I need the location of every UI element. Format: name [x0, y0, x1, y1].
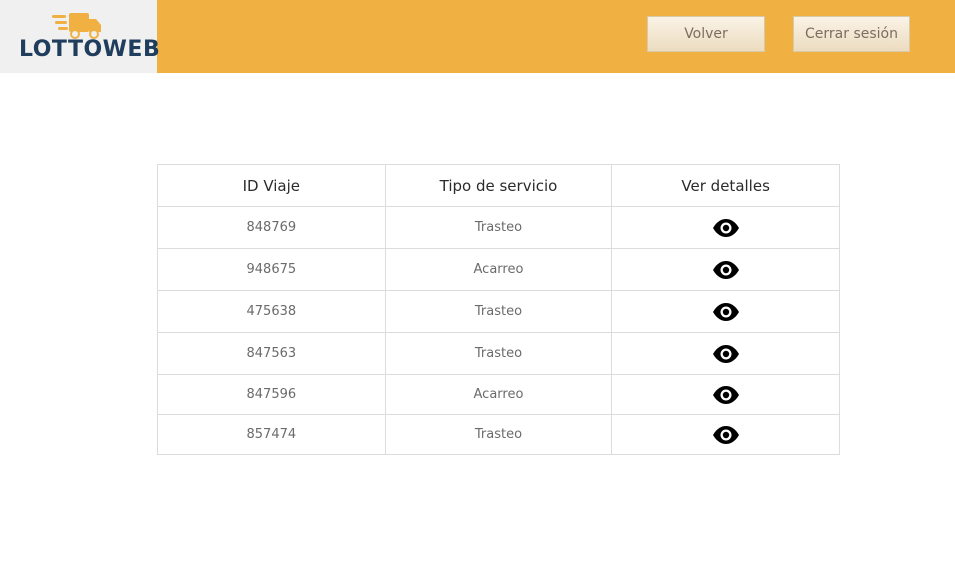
eye-icon[interactable] — [712, 218, 740, 238]
table-row: 948675 Acarreo — [157, 248, 840, 291]
trip-id-cell: 847596 — [157, 374, 386, 415]
logo-text: LOTTOWEB — [19, 37, 161, 62]
eye-icon[interactable] — [712, 425, 740, 445]
trip-id-cell: 475638 — [157, 290, 386, 333]
table-header-row: ID Viaje Tipo de servicio Ver detalles — [157, 164, 840, 207]
service-type-cell: Trasteo — [384, 414, 613, 455]
trips-table: ID Viaje Tipo de servicio Ver detalles 8… — [157, 164, 840, 455]
service-type-cell: Trasteo — [384, 332, 613, 375]
delivery-truck-icon — [52, 13, 101, 39]
column-header-details: Ver detalles — [611, 164, 840, 207]
logo[interactable]: LOTTOWEB — [0, 0, 161, 73]
view-details-cell — [611, 248, 840, 291]
table-row: 847563 Trasteo — [157, 332, 840, 375]
view-details-cell — [611, 374, 840, 415]
view-details-cell — [611, 332, 840, 375]
eye-icon[interactable] — [712, 385, 740, 405]
view-details-cell — [611, 414, 840, 455]
service-type-cell: Trasteo — [384, 206, 613, 249]
eye-icon[interactable] — [712, 344, 740, 364]
logout-button[interactable]: Cerrar sesión — [793, 16, 910, 52]
table-row: 848769 Trasteo — [157, 206, 840, 249]
service-type-cell: Acarreo — [384, 374, 613, 415]
top-bar: LOTTOWEB Volver Cerrar sesión — [0, 0, 955, 73]
table-row: 857474 Trasteo — [157, 414, 840, 455]
table-row: 847596 Acarreo — [157, 374, 840, 415]
trip-id-cell: 847563 — [157, 332, 386, 375]
trip-id-cell: 857474 — [157, 414, 386, 455]
view-details-cell — [611, 206, 840, 249]
service-type-cell: Acarreo — [384, 248, 613, 291]
table-row: 475638 Trasteo — [157, 290, 840, 333]
service-type-cell: Trasteo — [384, 290, 613, 333]
trip-id-cell: 848769 — [157, 206, 386, 249]
view-details-cell — [611, 290, 840, 333]
back-button[interactable]: Volver — [647, 16, 765, 52]
eye-icon[interactable] — [712, 260, 740, 280]
column-header-id: ID Viaje — [157, 164, 386, 207]
eye-icon[interactable] — [712, 302, 740, 322]
trip-id-cell: 948675 — [157, 248, 386, 291]
column-header-service: Tipo de servicio — [384, 164, 613, 207]
